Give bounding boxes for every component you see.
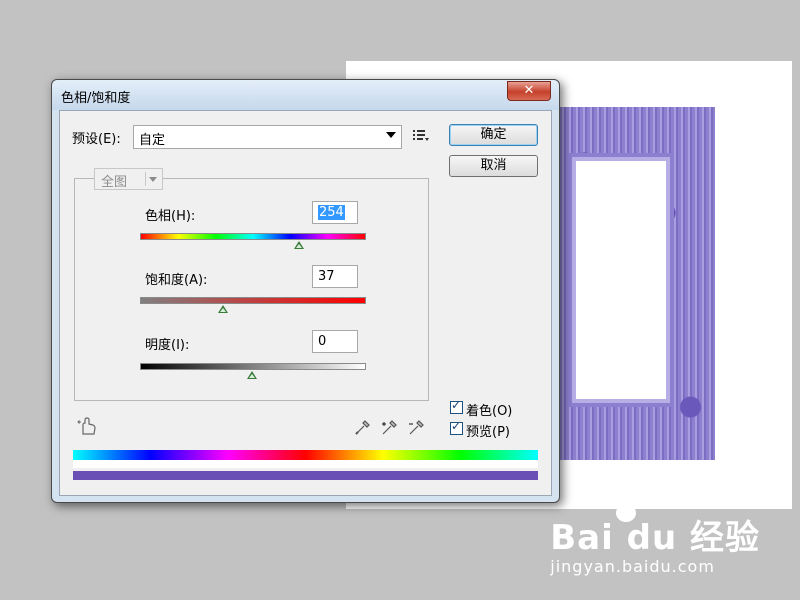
saturation-slider-thumb[interactable]	[217, 305, 228, 313]
hue-input[interactable]: 254	[312, 201, 358, 224]
watermark-logo: Bai du 经验	[550, 518, 760, 558]
saturation-input[interactable]: 37	[312, 265, 358, 288]
dialog-title: 色相/饱和度	[61, 91, 131, 106]
saturation-label: 饱和度(A):	[145, 273, 208, 288]
output-color-bar	[73, 471, 538, 480]
hue-saturation-dialog: 色相/饱和度 ✕ 预设(E): 自定 确定 取消 全图 色相(H): 254 饱…	[51, 79, 560, 503]
frame-inner-area	[576, 161, 666, 399]
chevron-down-icon	[149, 177, 157, 182]
lightness-value: 0	[318, 334, 327, 349]
hue-value: 254	[318, 205, 345, 220]
eyedropper-icon[interactable]	[353, 417, 373, 437]
hand-adjust-icon[interactable]	[77, 416, 99, 436]
colorize-checkbox[interactable]	[450, 398, 463, 414]
dialog-titlebar[interactable]: 色相/饱和度 ✕	[52, 80, 559, 110]
preview-label[interactable]: 预览(P)	[466, 421, 510, 440]
saturation-slider-track[interactable]	[140, 297, 366, 304]
select-separator	[145, 172, 146, 186]
hue-slider-thumb[interactable]	[294, 241, 305, 249]
menu-list-icon[interactable]	[412, 127, 430, 143]
colorize-label[interactable]: 着色(O)	[466, 400, 512, 419]
lightness-slider-thumb[interactable]	[247, 371, 257, 379]
hue-label: 色相(H):	[145, 209, 196, 224]
eyedropper-minus-icon[interactable]	[407, 417, 427, 437]
chevron-down-icon	[386, 132, 396, 138]
dialog-client: 预设(E): 自定 确定 取消 全图 色相(H): 254 饱和度(A): 37…	[59, 110, 552, 496]
ok-button[interactable]: 确定	[449, 124, 538, 146]
close-button[interactable]: ✕	[507, 81, 551, 101]
lightness-input[interactable]: 0	[312, 330, 358, 353]
saturation-value: 37	[318, 269, 335, 284]
hue-slider-track[interactable]	[140, 233, 366, 240]
paw-icon	[612, 490, 641, 522]
cancel-button[interactable]: 取消	[449, 155, 538, 177]
preset-select[interactable]: 自定	[133, 125, 402, 149]
preview-checkbox[interactable]	[450, 419, 463, 435]
watermark-url: jingyan.baidu.com	[550, 557, 715, 576]
color-bar-gap	[73, 460, 538, 468]
input-color-bar	[73, 450, 538, 460]
lightness-label: 明度(I):	[145, 338, 190, 353]
preset-value: 自定	[139, 133, 166, 148]
lightness-slider-track[interactable]	[140, 363, 366, 370]
watermark: Bai du 经验 jingyan.baidu.com	[550, 490, 760, 576]
channel-value: 全图	[101, 175, 128, 190]
channel-select[interactable]: 全图	[94, 168, 163, 190]
preset-label: 预设(E):	[72, 132, 121, 147]
eyedropper-plus-icon[interactable]	[380, 417, 400, 437]
